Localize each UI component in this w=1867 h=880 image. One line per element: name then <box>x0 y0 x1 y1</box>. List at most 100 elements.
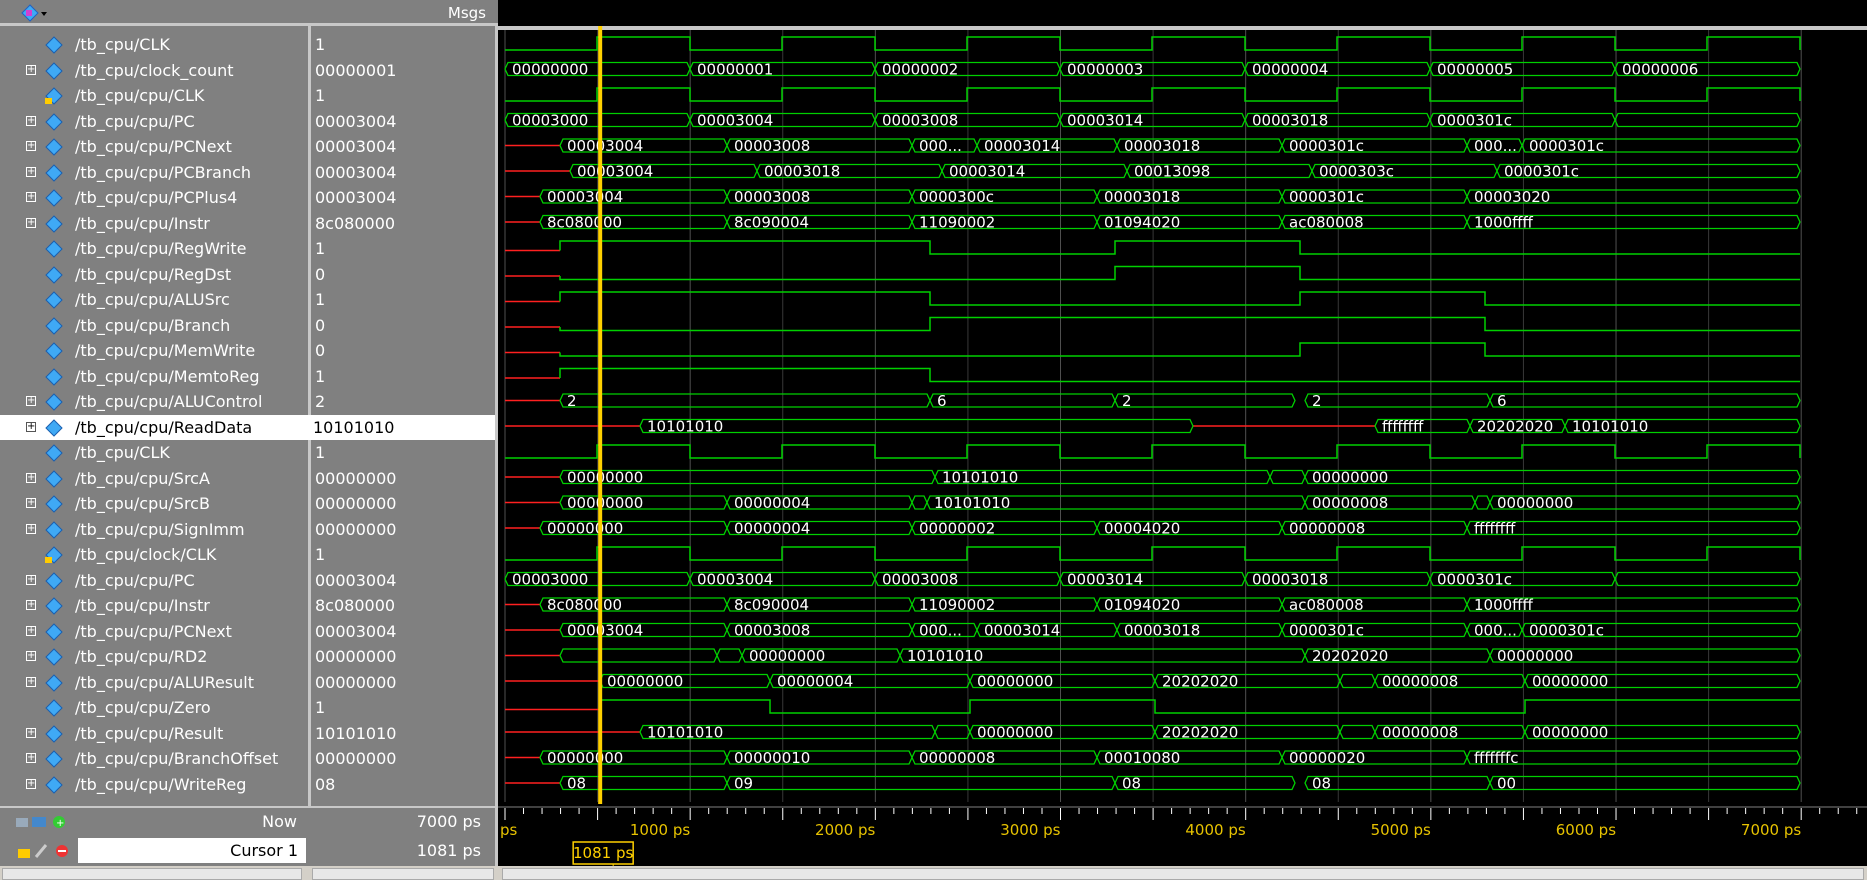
bus-value-label: 000... <box>919 137 962 155</box>
bus-value-label: 00000000 <box>607 673 683 691</box>
signal-name: /tb_cpu/cpu/ALUControl <box>75 392 263 411</box>
expand-icon[interactable]: + <box>26 396 36 406</box>
wave-window[interactable]: 00000000 00000001 00000002 00000003 00000004… <box>498 26 1867 866</box>
bit-waveform <box>599 699 1800 714</box>
name-scrollbar[interactable] <box>2 868 302 880</box>
signal-row[interactable]: /tb_cpu/cpu/Branch 0 <box>0 313 495 338</box>
expand-icon[interactable]: + <box>26 574 36 585</box>
bus-value-label: 0000303c <box>1319 163 1394 181</box>
signal-value: 00000000 <box>315 672 397 692</box>
signal-row[interactable]: + /tb_cpu/cpu/BranchOffset 00000000 <box>0 746 495 771</box>
expand-icon[interactable]: + <box>26 600 36 610</box>
signal-row[interactable]: + /tb_cpu/cpu/SrcA 00000000 <box>0 466 495 491</box>
cursor-time-label: 1081 ps <box>573 844 633 862</box>
signal-row[interactable]: + /tb_cpu/cpu/SignImm 00000000 <box>0 517 495 542</box>
signal-row[interactable]: /tb_cpu/cpu/CLK 1 <box>0 83 495 108</box>
bus-value-label: 10101010 <box>1572 418 1648 436</box>
signal-row[interactable]: /tb_cpu/cpu/Zero 1 <box>0 695 495 720</box>
signal-row[interactable]: /tb_cpu/CLK 1 <box>0 32 495 57</box>
signal-row[interactable]: + /tb_cpu/cpu/ALUControl 2 <box>0 389 495 414</box>
signal-name: /tb_cpu/cpu/ALUSrc <box>75 290 230 309</box>
expand-icon[interactable]: + <box>26 472 36 483</box>
value-scrollbar[interactable] <box>312 868 494 880</box>
signal-row[interactable]: /tb_cpu/CLK 1 <box>0 440 495 465</box>
cursor-name-box[interactable]: Cursor 1 <box>78 838 306 863</box>
signal-name: /tb_cpu/CLK <box>75 35 170 54</box>
expand-icon[interactable]: + <box>26 421 36 432</box>
signal-row[interactable]: + /tb_cpu/cpu/ReadData 10101010 <box>0 414 495 440</box>
signal-diamond-icon <box>45 571 63 590</box>
bus-value-label: 00003014 <box>1067 112 1143 130</box>
signal-row[interactable]: /tb_cpu/cpu/ALUSrc 1 <box>0 287 495 312</box>
bus-value-label: 00003018 <box>764 163 840 181</box>
signal-row[interactable]: /tb_cpu/cpu/MemWrite 0 <box>0 338 495 363</box>
wave-toolbar-icon[interactable] <box>18 3 48 23</box>
signal-pane: Msgs /tb_cpu/CLK 1 +/tb_cpu/clock_count 000… <box>0 0 498 880</box>
signal-row[interactable]: /tb_cpu/cpu/RegDst 0 <box>0 262 495 287</box>
signal-name: /tb_cpu/cpu/RD2 <box>75 647 208 666</box>
bus-segment <box>1474 495 1491 510</box>
expand-icon[interactable]: + <box>26 192 36 202</box>
bus-value-label: ac080008 <box>1289 596 1364 614</box>
bus-value-label: 0000301c <box>1529 137 1604 155</box>
bus-value-label: 8c090004 <box>734 214 809 232</box>
expand-icon[interactable]: + <box>26 753 36 763</box>
signal-diamond-icon <box>45 240 63 258</box>
ruler-label: 3000 ps <box>1000 821 1060 839</box>
signal-row[interactable]: + /tb_cpu/cpu/Result 10101010 <box>0 721 495 746</box>
bus-value-label: 2 <box>567 392 577 410</box>
signal-row[interactable]: /tb_cpu/cpu/MemtoReg 1 <box>0 364 495 389</box>
signal-value: 1 <box>315 545 326 564</box>
expand-icon[interactable]: + <box>26 217 36 228</box>
signal-row[interactable]: + /tb_cpu/clock_count 00000001 <box>0 58 495 83</box>
expand-icon[interactable]: + <box>26 778 36 789</box>
expand-icon[interactable]: + <box>26 64 36 75</box>
signal-row[interactable]: + /tb_cpu/cpu/PC 00003004 <box>0 109 495 134</box>
expand-icon[interactable]: + <box>26 727 36 738</box>
signal-diamond-icon <box>45 87 63 105</box>
signal-row[interactable]: /tb_cpu/clock/CLK 1 <box>0 542 495 567</box>
signal-row[interactable]: + /tb_cpu/cpu/ALUResult 00000000 <box>0 670 495 695</box>
signal-value: 00000000 <box>315 494 397 513</box>
signal-diamond-icon <box>45 622 63 641</box>
wave-scrollbar[interactable] <box>502 868 1864 880</box>
signal-row[interactable]: + /tb_cpu/cpu/Instr 8c080000 <box>0 211 495 236</box>
signal-value: 08 <box>315 774 336 794</box>
bus-segment <box>1466 520 1801 536</box>
cursor-tools-icons[interactable] <box>16 843 72 859</box>
bus-segment <box>1114 775 1296 791</box>
expand-icon[interactable]: + <box>26 523 36 534</box>
signal-row[interactable]: + /tb_cpu/cpu/PCNext 00003004 <box>0 619 495 644</box>
signal-row[interactable]: + /tb_cpu/cpu/WriteReg 08 <box>0 772 495 797</box>
bus-value-label: 00000000 <box>547 749 623 767</box>
signal-row[interactable]: + /tb_cpu/cpu/PCBranch 00003004 <box>0 160 495 185</box>
bus-value-label: 2 <box>1122 392 1132 410</box>
signal-value: 00003004 <box>315 621 397 641</box>
expand-icon[interactable]: + <box>26 498 36 508</box>
expand-icon[interactable]: + <box>26 625 36 636</box>
bus-value-label: 00000000 <box>512 61 588 79</box>
toolbar-icons[interactable]: + <box>16 814 68 830</box>
expand-icon[interactable]: + <box>26 651 36 661</box>
svg-text:+: + <box>56 818 64 829</box>
bus-value-label: 00003004 <box>697 571 773 589</box>
signal-row[interactable]: + /tb_cpu/cpu/RD2 00000000 <box>0 644 495 669</box>
signal-row[interactable]: + /tb_cpu/cpu/PC 00003004 <box>0 568 495 593</box>
signal-name: /tb_cpu/cpu/PCNext <box>75 621 232 641</box>
bus-value-label: 00000005 <box>1437 61 1513 79</box>
signal-name: /tb_cpu/clock/CLK <box>75 545 217 564</box>
bit-waveform <box>559 240 1800 255</box>
signal-value: 00003004 <box>315 162 397 182</box>
signal-row[interactable]: /tb_cpu/cpu/RegWrite 1 <box>0 236 495 261</box>
signal-value: 00003004 <box>315 570 397 590</box>
signal-row[interactable]: + /tb_cpu/cpu/PCPlus4 00003004 <box>0 185 495 210</box>
signal-row[interactable]: + /tb_cpu/cpu/SrcB 00000000 <box>0 491 495 516</box>
signal-row[interactable]: + /tb_cpu/cpu/PCNext 00003004 <box>0 134 495 159</box>
expand-icon[interactable]: + <box>26 115 36 126</box>
expand-icon[interactable]: + <box>26 166 36 177</box>
signal-name: /tb_cpu/cpu/SignImm <box>75 519 245 539</box>
expand-icon[interactable]: + <box>26 141 36 151</box>
expand-icon[interactable]: + <box>26 676 36 687</box>
signal-diamond-icon <box>45 750 63 768</box>
signal-row[interactable]: + /tb_cpu/cpu/Instr 8c080000 <box>0 593 495 618</box>
